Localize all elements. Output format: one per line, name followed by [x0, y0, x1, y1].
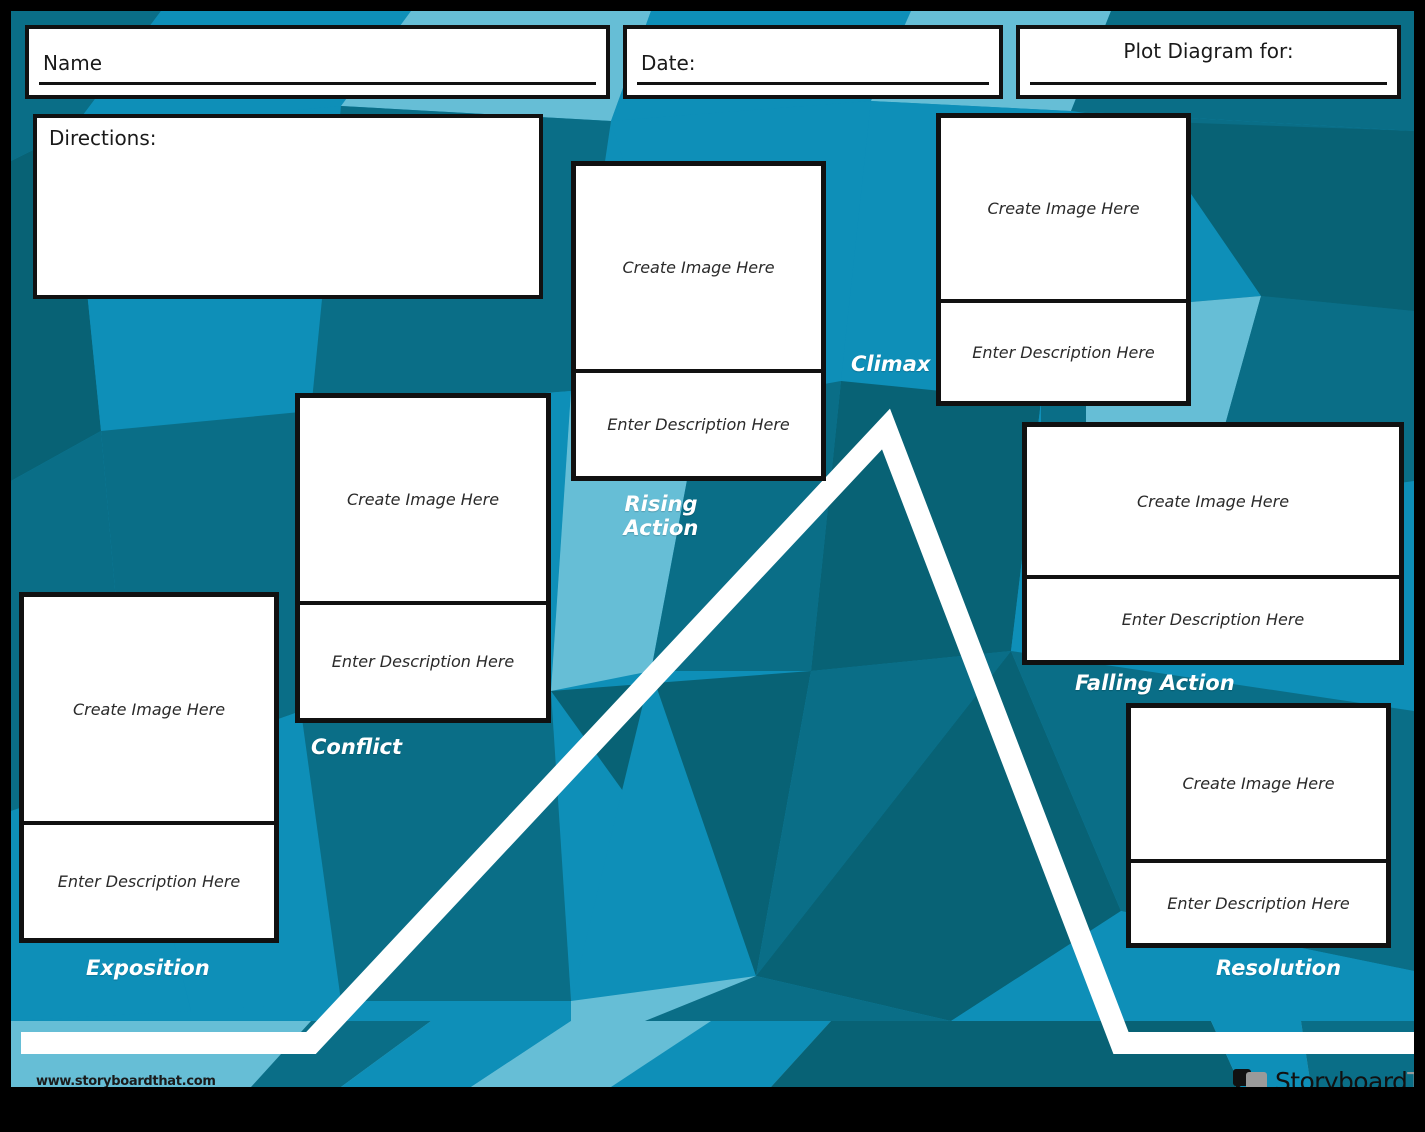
resolution-image-placeholder: Create Image Here	[1182, 774, 1335, 793]
falling-action-image-cell[interactable]: Create Image Here	[1027, 427, 1399, 579]
panel-resolution[interactable]: Create Image Here Enter Description Here	[1126, 703, 1391, 948]
panel-conflict[interactable]: Create Image Here Enter Description Here	[295, 393, 551, 723]
directions-box[interactable]: Directions:	[33, 114, 543, 299]
climax-description-placeholder: Enter Description Here	[972, 342, 1155, 362]
rising-action-description-placeholder: Enter Description Here	[607, 415, 790, 434]
title-rule	[1030, 82, 1387, 85]
conflict-image-cell[interactable]: Create Image Here	[300, 398, 546, 605]
logo-word-that: That	[1407, 1067, 1414, 1088]
conflict-description-placeholder: Enter Description Here	[331, 652, 515, 671]
falling-action-description-placeholder: Enter Description Here	[1121, 610, 1305, 629]
climax-image-cell[interactable]: Create Image Here	[941, 118, 1186, 303]
directions-label: Directions:	[49, 126, 157, 150]
stage-label-resolution: Resolution	[1216, 956, 1342, 980]
exposition-description-cell[interactable]: Enter Description Here	[24, 825, 274, 938]
exposition-description-placeholder: Enter Description Here	[57, 872, 241, 891]
panel-climax[interactable]: Create Image Here Enter Description Here	[936, 113, 1191, 406]
title-field[interactable]: Plot Diagram for:	[1016, 25, 1401, 99]
panel-falling-action[interactable]: Create Image Here Enter Description Here	[1022, 422, 1404, 665]
resolution-description-placeholder: Enter Description Here	[1167, 893, 1350, 913]
worksheet-canvas: Name Date: Plot Diagram for: Directions:…	[0, 0, 1425, 1132]
stage-label-climax: Climax	[851, 352, 931, 376]
rising-action-image-cell[interactable]: Create Image Here	[576, 166, 821, 373]
panel-rising-action[interactable]: Create Image Here Enter Description Here	[571, 161, 826, 481]
stage-label-rising-action: Rising Action	[623, 492, 699, 540]
date-field[interactable]: Date:	[623, 25, 1003, 99]
climax-image-placeholder: Create Image Here	[987, 199, 1140, 218]
falling-action-description-cell[interactable]: Enter Description Here	[1027, 579, 1399, 660]
stage-label-conflict: Conflict	[311, 735, 403, 759]
worksheet-stage: Name Date: Plot Diagram for: Directions:…	[11, 11, 1414, 1087]
rising-action-image-placeholder: Create Image Here	[622, 258, 775, 277]
name-field[interactable]: Name	[25, 25, 610, 99]
exposition-image-cell[interactable]: Create Image Here	[24, 597, 274, 825]
name-label: Name	[43, 51, 103, 75]
falling-action-image-placeholder: Create Image Here	[1136, 491, 1290, 511]
stage-label-falling-action: Falling Action	[1075, 671, 1235, 695]
rising-action-description-cell[interactable]: Enter Description Here	[576, 373, 821, 476]
stage-label-exposition: Exposition	[86, 956, 210, 980]
resolution-description-cell[interactable]: Enter Description Here	[1131, 863, 1386, 943]
conflict-image-placeholder: Create Image Here	[346, 490, 500, 509]
speech-bubbles-icon	[1233, 1067, 1269, 1087]
title-label: Plot Diagram for:	[1123, 39, 1294, 63]
date-rule	[637, 82, 989, 85]
name-rule	[39, 82, 596, 85]
logo-word-storyboard: Storyboard	[1275, 1066, 1408, 1088]
panel-exposition[interactable]: Create Image Here Enter Description Here	[19, 592, 279, 943]
climax-description-cell[interactable]: Enter Description Here	[941, 303, 1186, 401]
date-label: Date:	[641, 51, 696, 75]
resolution-image-cell[interactable]: Create Image Here	[1131, 708, 1386, 863]
footer-url[interactable]: www.storyboardthat.com	[36, 1074, 216, 1087]
conflict-description-cell[interactable]: Enter Description Here	[300, 605, 546, 718]
storyboardthat-logo: Storyboard That	[1233, 1064, 1414, 1087]
exposition-image-placeholder: Create Image Here	[72, 699, 226, 719]
